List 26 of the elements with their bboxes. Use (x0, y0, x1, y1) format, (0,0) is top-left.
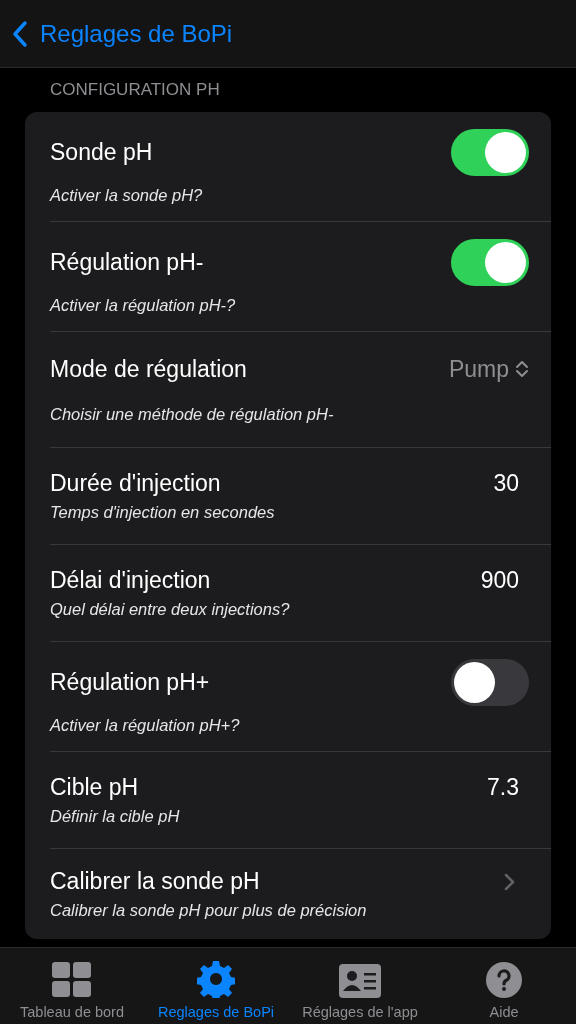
setting-description: Calibrer la sonde pH pour plus de précision (50, 901, 368, 920)
setting-description: Définir la cible pH (50, 807, 181, 826)
back-button[interactable]: Reglages de BoPi (12, 19, 233, 48)
setting-description: Activer la régulation pH-? (50, 295, 237, 315)
setting-value[interactable]: 30 (493, 470, 519, 497)
tab-item[interactable]: Aide (432, 948, 576, 1024)
tab-item[interactable]: Réglages de l'app (288, 948, 432, 1024)
setting-description: Activer la sonde pH? (50, 185, 204, 205)
setting-description: Choisir une méthode de régulation pH- (50, 404, 335, 424)
picker-button[interactable]: Pump (448, 355, 529, 383)
tab-item[interactable]: Tableau de bord (0, 948, 144, 1024)
setting-title: Cible pH (50, 774, 139, 801)
setting-description: Quel délai entre deux injections? (50, 600, 291, 619)
tab-item[interactable]: Reglages de BoPi (144, 948, 288, 1024)
setting-value[interactable]: 900 (480, 567, 519, 594)
setting-title: Calibrer la sonde pH (50, 868, 260, 895)
setting-title: Régulation pH- (50, 248, 204, 276)
section-header: CONFIGURATION PH (49, 79, 221, 100)
setting-description: Temps d'injection en secondes (50, 503, 276, 522)
setting-title: Mode de régulation (50, 355, 247, 383)
setting-title: Durée d'injection (50, 470, 221, 497)
setting-description: Activer la régulation pH+? (50, 715, 241, 735)
setting-title: Régulation pH+ (50, 668, 210, 696)
setting-value[interactable]: 7.3 (487, 774, 519, 801)
setting-title: Délai d'injection (50, 567, 211, 594)
setting-title: Sonde pH (50, 138, 153, 166)
